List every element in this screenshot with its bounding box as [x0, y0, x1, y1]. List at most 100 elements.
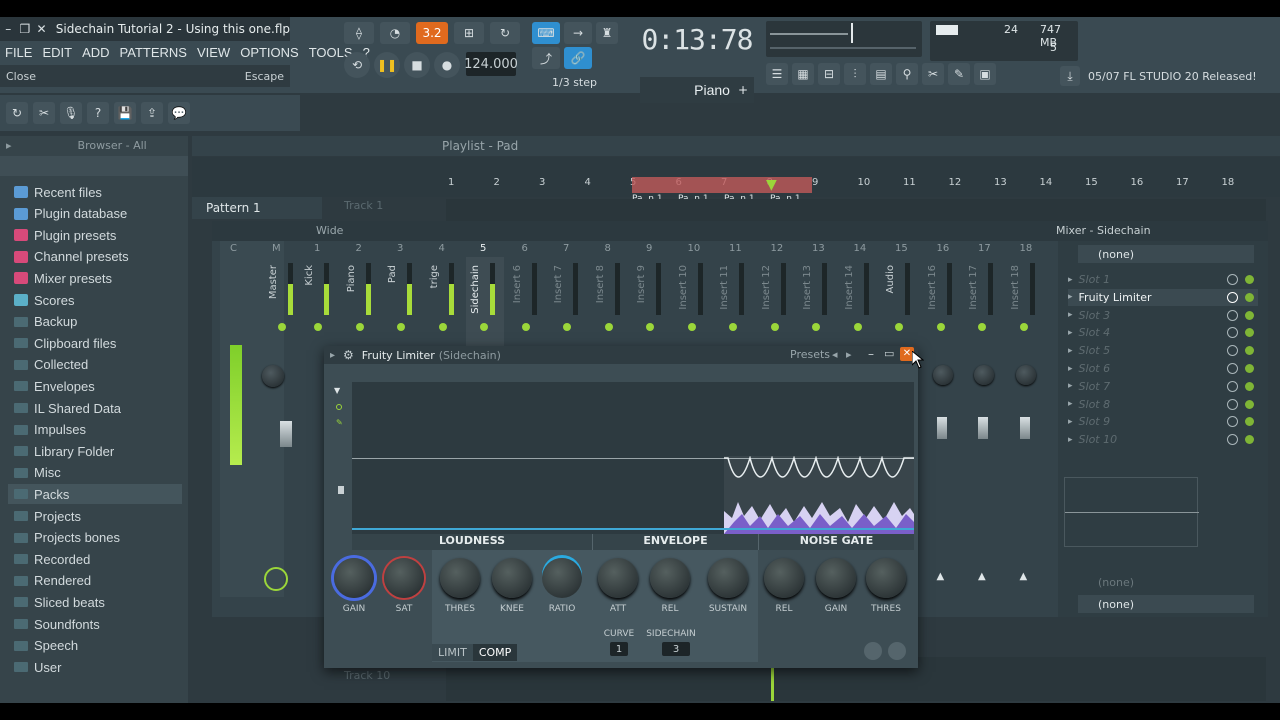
track-10-header[interactable]: Track 10 — [340, 667, 444, 687]
channel-enable-led[interactable] — [729, 323, 737, 331]
mixer-channel-insert-11[interactable]: Insert 11 — [715, 257, 753, 347]
mixer-channel-insert-12[interactable]: Insert 12 — [757, 257, 795, 347]
slot-mix-knob[interactable] — [1227, 327, 1238, 339]
slot-mix-knob[interactable] — [1227, 416, 1238, 428]
mixer-channel-insert-9[interactable]: Insert 9 — [632, 257, 670, 347]
minimize-plugin-icon[interactable]: – — [868, 347, 874, 361]
pattern-selector[interactable]: Pattern 1 — [192, 197, 322, 219]
loop-icon[interactable]: ⟲ — [344, 52, 370, 78]
insert-slot-1[interactable]: ▸ Slot 1 — [1068, 271, 1258, 288]
presets-button[interactable]: Presets — [790, 348, 830, 361]
plugin-picker-icon[interactable]: ⚲ — [896, 63, 918, 85]
pan-knob[interactable] — [932, 365, 953, 385]
comp-mode-button[interactable]: COMP — [472, 644, 518, 661]
master-pan-knob[interactable] — [262, 365, 284, 387]
mixer-channel-insert-16[interactable]: Insert 16 — [923, 257, 961, 347]
sidechain-value[interactable]: 3 — [662, 642, 690, 656]
history-back-icon[interactable] — [864, 642, 882, 660]
browser-item-envelopes[interactable]: Envelopes — [14, 376, 95, 396]
pat-song-display[interactable]: 3.2 — [416, 22, 448, 44]
mixer-mode[interactable]: Wide — [316, 224, 343, 237]
mixer-channel-trige[interactable]: trige — [425, 257, 463, 347]
browser-item-impulses[interactable]: Impulses — [14, 420, 86, 440]
channel-enable-led[interactable] — [936, 323, 945, 331]
noise-gate-header[interactable]: NOISE GATE — [758, 534, 914, 550]
mixer-channel-sidechain[interactable]: Sidechain — [466, 257, 504, 347]
slot-arrow-icon[interactable]: ▸ — [1068, 381, 1073, 391]
slot-enable-led[interactable] — [1245, 399, 1254, 409]
slot-arrow-icon[interactable]: ▸ — [1068, 292, 1073, 302]
slot-mix-knob[interactable] — [1227, 363, 1238, 374]
slot-enable-led[interactable] — [1245, 435, 1254, 445]
add-icon[interactable]: + — [738, 83, 748, 97]
chat-icon[interactable]: 💬 — [168, 102, 190, 124]
export-icon[interactable]: ⇪ — [141, 102, 163, 124]
browser-item-backup[interactable]: Backup — [14, 312, 77, 332]
knob-knee[interactable] — [492, 558, 532, 598]
slot-enable-led[interactable] — [1245, 381, 1254, 391]
typing-keyboard-icon[interactable]: ⌨ — [532, 22, 560, 44]
cut-icon[interactable]: ✂ — [33, 102, 55, 124]
master-volume-fader[interactable] — [280, 421, 292, 447]
slot-arrow-icon[interactable]: ▸ — [1068, 328, 1073, 338]
master-volume-slider[interactable] — [851, 23, 853, 43]
restore-icon[interactable]: ❐ — [17, 20, 34, 38]
browser-item-projects[interactable]: Projects — [14, 506, 81, 526]
channel-enable-led[interactable] — [438, 323, 447, 331]
knob-rel[interactable] — [764, 558, 804, 598]
browser-item-recent-files[interactable]: Recent files — [14, 182, 102, 202]
knob-thres[interactable] — [440, 558, 480, 598]
loop-record-icon[interactable]: ↻ — [490, 22, 520, 44]
curve-value[interactable]: 1 — [610, 642, 628, 656]
envelope-header[interactable]: ENVELOPE — [592, 534, 758, 550]
menu-view[interactable]: VIEW — [192, 45, 235, 60]
browser-item-mixer-presets[interactable]: Mixer presets — [14, 268, 112, 288]
pattern-song-icon[interactable]: ⟠ — [344, 22, 374, 44]
limiter-display[interactable] — [352, 382, 914, 534]
browser-item-clipboard-files[interactable]: Clipboard files — [14, 333, 116, 353]
dropdown-icon[interactable]: ▼ — [334, 386, 340, 395]
time-display[interactable]: 0:13:78 — [634, 21, 760, 57]
minimize-icon[interactable]: – — [0, 20, 17, 38]
mixer-channel-kick[interactable]: Kick — [300, 257, 338, 347]
slot-mix-knob[interactable] — [1227, 398, 1238, 410]
channel-enable-led[interactable] — [978, 323, 986, 331]
close-icon[interactable]: ✕ — [33, 20, 50, 38]
playlist-ruler[interactable]: 123456789101112131415161718 — [446, 177, 1266, 193]
menu-patterns[interactable]: PATTERNS — [115, 45, 192, 60]
channel-enable-led[interactable] — [646, 323, 654, 331]
channel-enable-led[interactable] — [853, 323, 862, 331]
insert-slot-10[interactable]: ▸ Slot 10 — [1068, 431, 1258, 448]
tempo-display[interactable]: 124.000 — [464, 52, 518, 76]
slot-mix-knob[interactable] — [1227, 274, 1238, 285]
knob-ratio[interactable] — [542, 558, 582, 598]
volume-fader[interactable] — [1019, 417, 1030, 439]
record-icon[interactable]: ● — [434, 52, 460, 78]
wait-icon[interactable]: ⊞ — [454, 22, 484, 44]
channel-enable-led[interactable] — [314, 323, 322, 331]
mixer-channel-insert-10[interactable]: Insert 10 — [674, 257, 712, 347]
slot-arrow-icon[interactable]: ▸ — [1068, 417, 1073, 427]
arrow-icon[interactable]: ▸ — [6, 139, 12, 152]
route-arrow-icon[interactable]: ▲ — [937, 571, 945, 582]
collapse-icon[interactable]: ▸ — [330, 350, 335, 361]
browser-item-projects-bones[interactable]: Projects bones — [14, 528, 120, 548]
download-icon[interactable]: ⤓ — [1060, 66, 1080, 86]
playlist-icon[interactable]: ☰ — [766, 63, 788, 85]
browser-item-rendered[interactable]: Rendered — [14, 571, 91, 591]
volume-fader[interactable] — [936, 417, 947, 439]
scale-slider[interactable] — [338, 486, 344, 494]
browser-item-plugin-database[interactable]: Plugin database — [14, 204, 127, 224]
eq-graph[interactable] — [1064, 477, 1199, 547]
menu-file[interactable]: FILE — [0, 45, 37, 60]
browser-icon[interactable]: ▤ — [870, 63, 892, 85]
menu-add[interactable]: ADD — [77, 45, 114, 60]
render-icon[interactable]: ▣ — [974, 63, 996, 85]
save-icon[interactable]: 💾 — [114, 102, 136, 124]
track-1-header[interactable]: Track 1 — [340, 197, 444, 217]
insert-slot-3[interactable]: ▸ Slot 3 — [1068, 307, 1258, 324]
mixer-channel-insert-13[interactable]: Insert 13 — [798, 257, 836, 347]
browser-item-soundfonts[interactable]: Soundfonts — [14, 614, 100, 634]
insert-slot-6[interactable]: ▸ Slot 6 — [1068, 360, 1258, 377]
mixer-channel-audio[interactable]: Audio — [881, 257, 919, 347]
